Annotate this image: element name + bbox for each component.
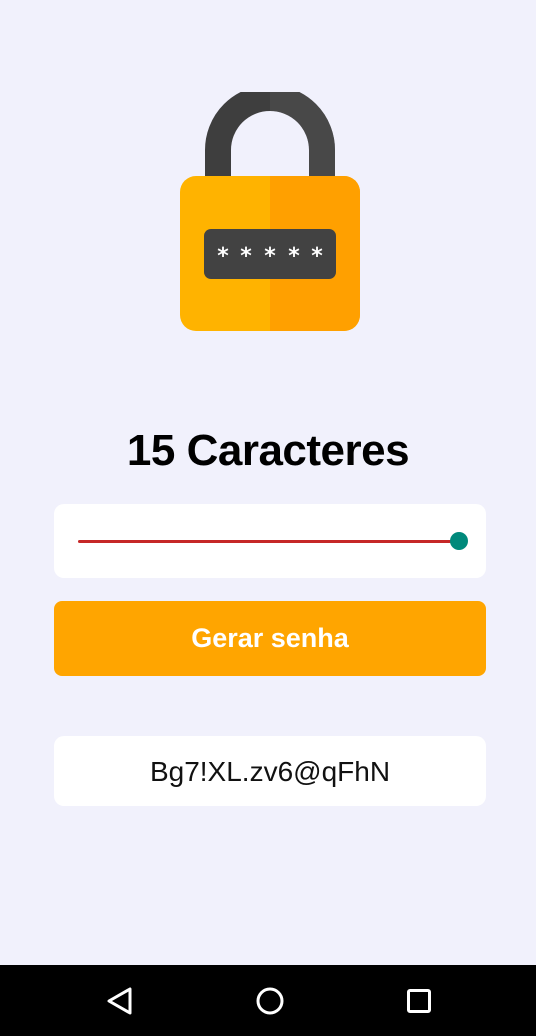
svg-text:*: * — [264, 244, 276, 269]
padlock-icon: * * * * * — [180, 85, 360, 332]
svg-text:*: * — [217, 244, 229, 269]
length-slider-card — [54, 504, 486, 578]
svg-text:*: * — [311, 244, 323, 269]
recent-apps-square-icon[interactable] — [397, 979, 441, 1023]
length-slider-track[interactable] — [78, 540, 460, 543]
length-title: 15 Caracteres — [126, 426, 410, 475]
svg-text:*: * — [288, 244, 300, 269]
svg-text:*: * — [240, 244, 252, 269]
home-circle-icon[interactable] — [248, 979, 292, 1023]
generate-password-button[interactable]: Gerar senha — [54, 601, 486, 676]
back-triangle-icon[interactable] — [98, 979, 142, 1023]
length-slider-thumb[interactable] — [450, 532, 468, 550]
generated-password-display[interactable]: Bg7!XL.zv6@qFhN — [54, 736, 486, 806]
system-navigation-bar — [0, 965, 536, 1036]
app-screen: * * * * * 15 Caracteres Gerar senha Bg7!… — [0, 0, 536, 965]
